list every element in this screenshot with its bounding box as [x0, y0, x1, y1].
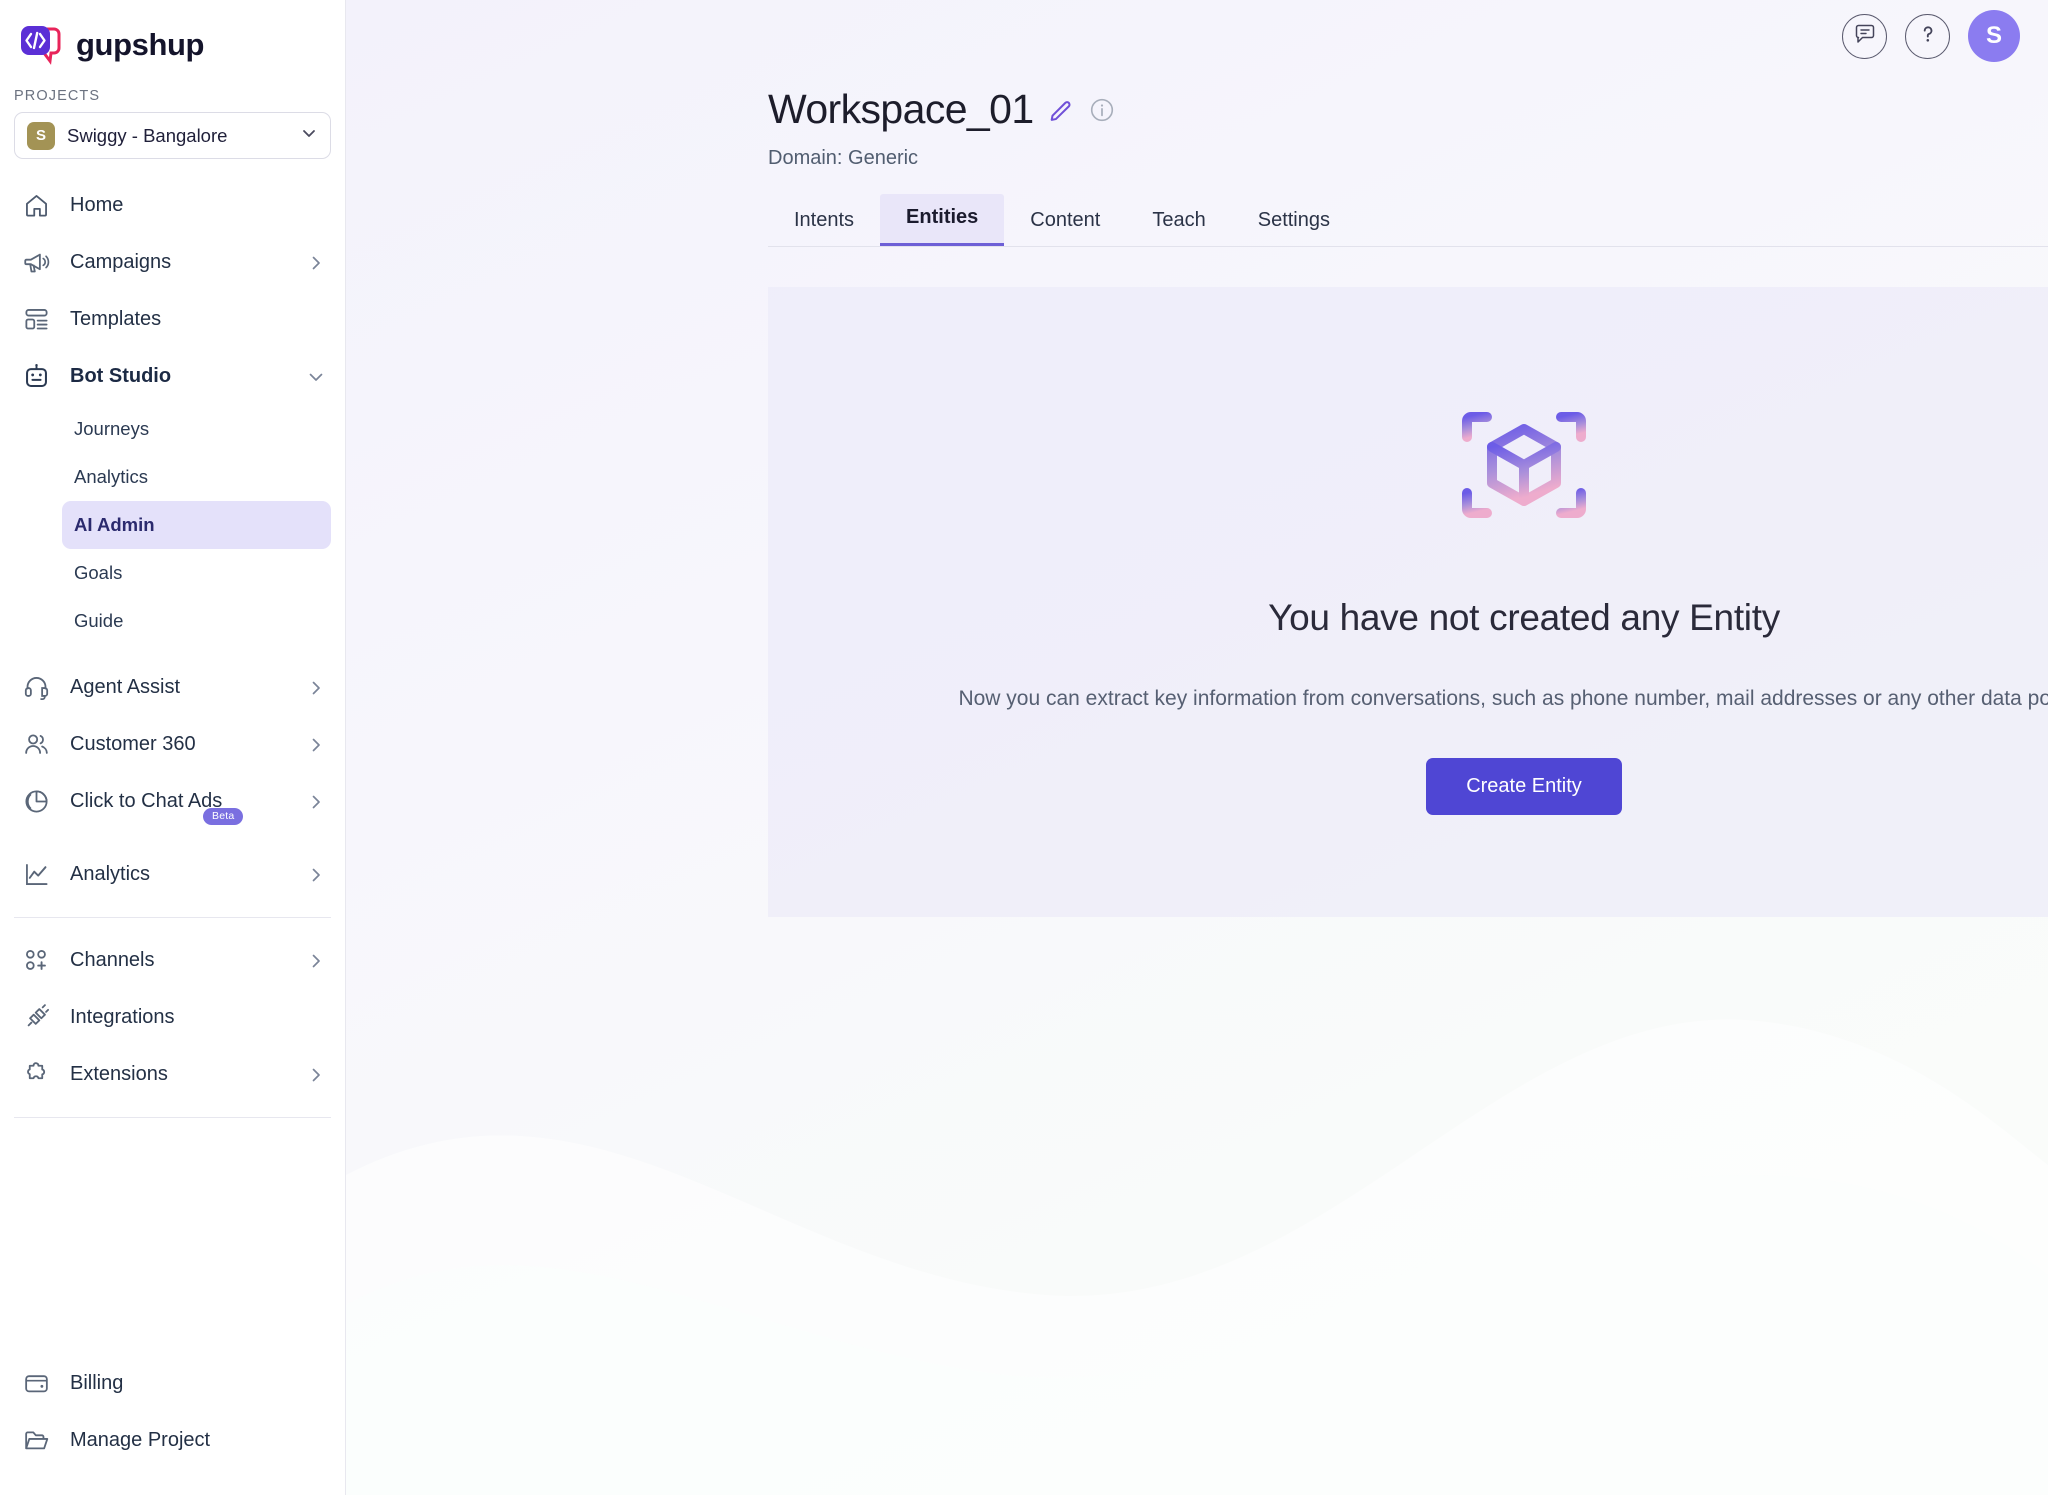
- app-root: gupshup PROJECTS S Swiggy - Bangalore Ho…: [0, 0, 2048, 1495]
- info-circle-icon[interactable]: [1089, 97, 1115, 123]
- robot-icon: [22, 362, 51, 391]
- sidebar-item-label: Templates: [70, 308, 162, 330]
- topbar: S: [1842, 0, 2048, 72]
- chevron-right-icon: [307, 736, 327, 754]
- sidebar-subitem-guide[interactable]: Guide: [62, 597, 331, 645]
- feedback-button[interactable]: [1842, 13, 1887, 59]
- folder-icon: [22, 1426, 51, 1455]
- sidebar-nav: Home Campaigns Templates Bot Studio Jour…: [0, 159, 345, 1355]
- domain-label: Domain: Generic: [768, 147, 919, 169]
- main-content: S Workspace_01 Domain: Generic Intents E…: [346, 0, 2048, 1495]
- sidebar-item-extensions[interactable]: Extensions: [0, 1046, 345, 1103]
- page-title: Workspace_01: [768, 86, 1034, 132]
- tab-entities[interactable]: Entities: [880, 194, 1005, 246]
- sidebar-subitem-ai-admin[interactable]: AI Admin: [62, 501, 331, 549]
- sidebar-item-channels[interactable]: Channels: [0, 932, 345, 989]
- tab-intents[interactable]: Intents: [768, 197, 880, 246]
- chevron-down-icon: [300, 124, 318, 147]
- tab-settings[interactable]: Settings: [1232, 197, 1356, 246]
- brand-name: gupshup: [76, 27, 205, 62]
- sidebar-item-customer-360[interactable]: Customer 360: [0, 716, 345, 773]
- sidebar-subitem-goals[interactable]: Goals: [62, 549, 331, 597]
- sidebar-item-analytics[interactable]: Analytics: [0, 846, 345, 903]
- pie-chart-icon: [22, 787, 51, 816]
- line-chart-icon: [22, 860, 51, 889]
- sidebar-subitem-label: Guide: [74, 610, 124, 631]
- sidebar-item-label: Integrations: [70, 1006, 175, 1028]
- page-header: Workspace_01 Domain: Generic: [346, 0, 2048, 170]
- project-avatar: S: [27, 121, 55, 150]
- empty-state-title: You have not created any Entity: [1268, 597, 1780, 638]
- sidebar-item-home[interactable]: Home: [0, 177, 345, 234]
- sidebar-item-agent-assist[interactable]: Agent Assist: [0, 659, 345, 716]
- chevron-right-icon: [307, 679, 327, 697]
- chevron-right-icon: [307, 793, 327, 811]
- sidebar-item-billing[interactable]: Billing: [0, 1355, 345, 1412]
- sidebar-divider-2: [14, 1117, 331, 1118]
- plug-icon: [22, 1003, 51, 1032]
- sidebar: gupshup PROJECTS S Swiggy - Bangalore Ho…: [0, 0, 346, 1495]
- sidebar-subitem-label: Journeys: [74, 418, 150, 439]
- empty-state-description: Now you can extract key information from…: [958, 687, 2048, 710]
- channels-icon: [22, 946, 51, 975]
- chat-bubble-icon: [1853, 22, 1877, 51]
- chevron-down-icon: [307, 368, 327, 386]
- sidebar-bottom-group: Billing Manage Project: [0, 1355, 345, 1495]
- avatar[interactable]: S: [1968, 10, 2020, 62]
- megaphone-icon: [22, 248, 51, 277]
- sidebar-item-label: Bot Studio: [70, 365, 172, 387]
- title-row: Workspace_01: [768, 86, 2048, 133]
- wallet-icon: [22, 1369, 51, 1398]
- sidebar-item-label: Click to Chat Ads: [70, 790, 223, 812]
- tab-bar: Intents Entities Content Teach Settings: [768, 194, 2048, 247]
- puzzle-icon: [22, 1060, 51, 1089]
- sidebar-item-templates[interactable]: Templates: [0, 291, 345, 348]
- sidebar-item-label: Analytics: [70, 863, 151, 885]
- chevron-right-icon: [307, 1066, 327, 1084]
- create-entity-button[interactable]: Create Entity: [1426, 757, 1622, 815]
- pencil-icon[interactable]: [1048, 96, 1075, 123]
- cube-scan-icon: [1439, 395, 1609, 535]
- sidebar-item-label: Agent Assist: [70, 676, 181, 698]
- gupshup-code-bubble-logo: [18, 23, 64, 67]
- sidebar-item-label: Billing: [70, 1372, 124, 1394]
- projects-label: PROJECTS: [14, 88, 101, 104]
- sidebar-divider-1: [14, 917, 331, 918]
- sidebar-subitem-label: AI Admin: [74, 514, 155, 535]
- sidebar-subitem-journeys[interactable]: Journeys: [62, 405, 331, 453]
- headset-icon: [22, 673, 51, 702]
- background-wave-decoration: [346, 1019, 2048, 1495]
- sidebar-item-label: Customer 360: [70, 733, 196, 755]
- beta-badge: Beta: [203, 808, 244, 825]
- chevron-right-icon: [307, 952, 327, 970]
- tab-content[interactable]: Content: [1004, 197, 1126, 246]
- sidebar-subitem-label: Goals: [74, 562, 123, 583]
- sidebar-item-label: Extensions: [70, 1063, 168, 1085]
- chevron-right-icon: [307, 254, 327, 272]
- sidebar-item-integrations[interactable]: Integrations: [0, 989, 345, 1046]
- home-icon: [22, 191, 51, 220]
- project-name: Swiggy - Bangalore: [67, 124, 228, 146]
- sidebar-item-label: Channels: [70, 949, 155, 971]
- chevron-right-icon: [307, 866, 327, 884]
- sidebar-item-manage-project[interactable]: Manage Project: [0, 1412, 345, 1469]
- help-button[interactable]: [1905, 13, 1950, 59]
- empty-state: You have not created any Entity Now you …: [768, 287, 2048, 917]
- sidebar-item-label: Campaigns: [70, 251, 172, 273]
- sidebar-subitem-label: Analytics: [74, 466, 149, 487]
- tab-teach[interactable]: Teach: [1126, 197, 1231, 246]
- sidebar-item-campaigns[interactable]: Campaigns: [0, 234, 345, 291]
- sidebar-subitem-analytics[interactable]: Analytics: [62, 453, 331, 501]
- sidebar-item-bot-studio[interactable]: Bot Studio: [0, 348, 345, 405]
- project-selector[interactable]: S Swiggy - Bangalore: [14, 112, 331, 159]
- users-icon: [22, 730, 51, 759]
- sidebar-item-label: Home: [70, 194, 124, 216]
- brand[interactable]: gupshup: [0, 0, 345, 74]
- templates-icon: [22, 305, 51, 334]
- question-mark-icon: [1916, 22, 1940, 51]
- sidebar-item-click-to-chat-ads[interactable]: Click to Chat Ads Beta: [0, 773, 345, 830]
- sidebar-item-label: Manage Project: [70, 1429, 211, 1451]
